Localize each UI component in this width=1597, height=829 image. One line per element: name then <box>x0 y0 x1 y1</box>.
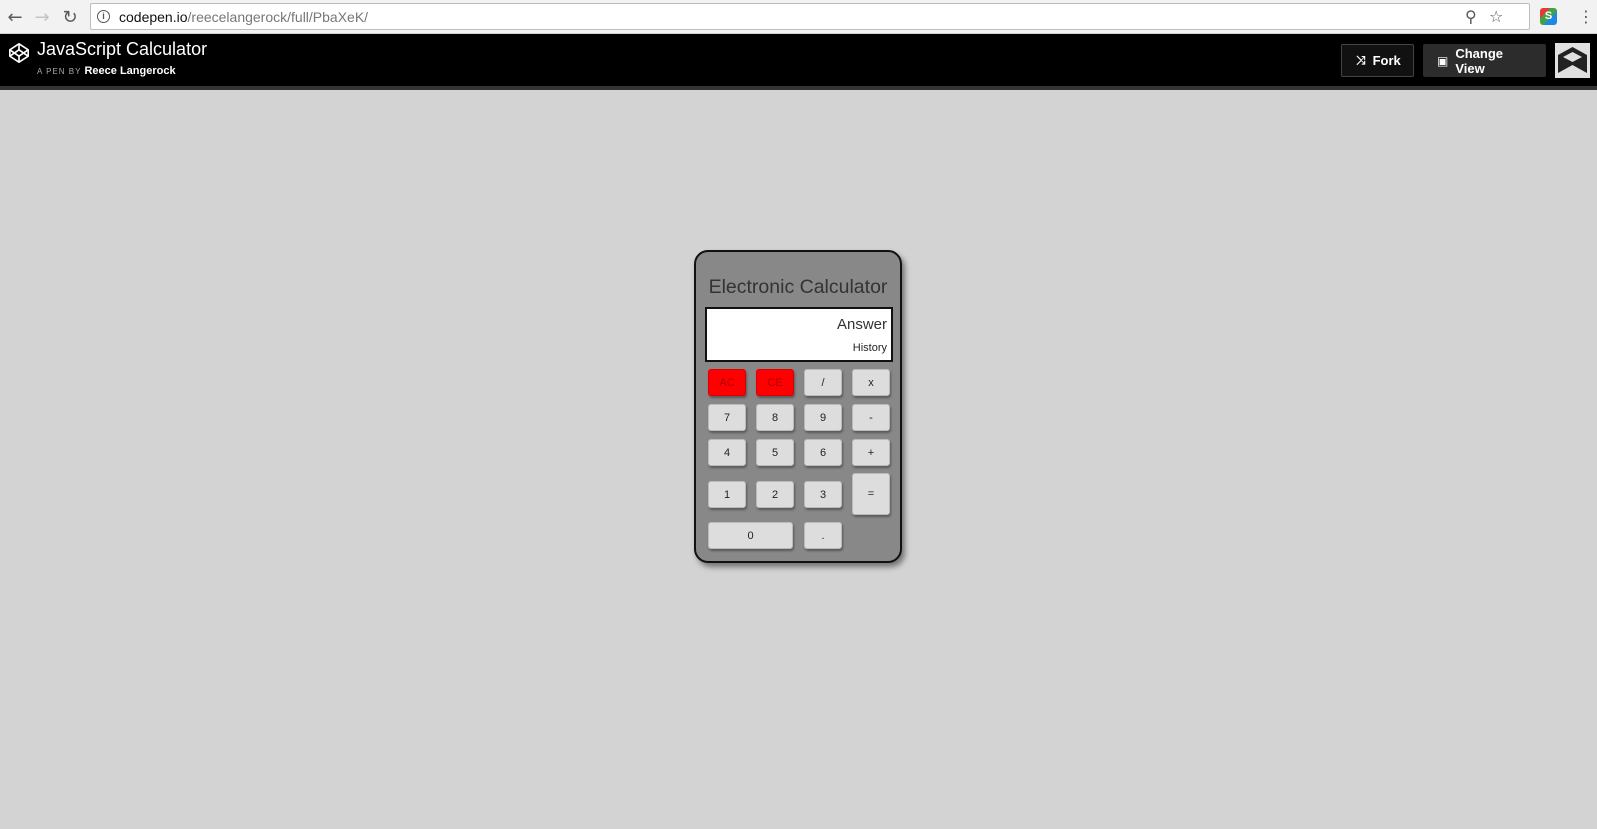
extension-icon[interactable]: S <box>1540 8 1557 25</box>
change-view-label: Change View <box>1455 45 1504 76</box>
multiply-button[interactable]: x <box>852 369 890 396</box>
plus-button[interactable]: + <box>852 439 890 466</box>
codepen-header: JavaScript Calculator A PEN BY Reece Lang… <box>0 34 1597 86</box>
nine-button[interactable]: 9 <box>804 404 842 431</box>
change-view-button[interactable]: ▣ Change View <box>1423 44 1546 77</box>
address-bar[interactable]: i codepen.io/reecelangerock/full/PbaXeK/… <box>90 3 1530 30</box>
header-divider <box>0 86 1597 90</box>
five-button[interactable]: 5 <box>756 439 794 466</box>
zero-button[interactable]: 0 <box>708 522 793 549</box>
four-button[interactable]: 4 <box>708 439 746 466</box>
calculator: Electronic Calculator Answer History AC … <box>694 250 902 563</box>
equals-button[interactable]: = <box>852 473 890 515</box>
pen-title[interactable]: JavaScript Calculator <box>37 39 207 60</box>
avatar-image <box>1555 43 1590 78</box>
seven-button[interactable]: 7 <box>708 404 746 431</box>
history-display: History <box>852 342 887 354</box>
avatar[interactable] <box>1555 43 1590 78</box>
menu-icon[interactable]: ⋮ <box>1578 6 1594 28</box>
one-button[interactable]: 1 <box>708 481 746 508</box>
star-icon[interactable]: ☆ <box>1489 7 1503 26</box>
url-host: codepen.io <box>119 9 188 25</box>
forward-arrow-icon[interactable]: → <box>31 6 53 28</box>
back-arrow-icon[interactable]: ← <box>4 6 26 28</box>
calculator-title: Electronic Calculator <box>708 276 888 298</box>
divide-button[interactable]: / <box>804 369 842 396</box>
answer-display: Answer <box>836 316 887 333</box>
decimal-button[interactable]: . <box>804 522 842 549</box>
byline-prefix: A PEN BY <box>37 67 82 76</box>
three-button[interactable]: 3 <box>804 481 842 508</box>
six-button[interactable]: 6 <box>804 439 842 466</box>
url-path: /reecelangerock/full/PbaXeK/ <box>187 9 369 25</box>
fork-label: Fork <box>1372 53 1401 68</box>
calculator-display: Answer History <box>705 307 893 362</box>
two-button[interactable]: 2 <box>756 481 794 508</box>
fork-button[interactable]: ⤨ Fork <box>1341 44 1414 77</box>
fork-icon: ⤨ <box>1356 53 1366 67</box>
codepen-logo-icon[interactable] <box>8 42 30 64</box>
author-link[interactable]: Reece Langerock <box>84 65 175 77</box>
url-text[interactable]: codepen.io/reecelangerock/full/PbaXeK/ <box>119 9 368 25</box>
change-view-icon: ▣ <box>1437 53 1449 68</box>
pen-byline: A PEN BY Reece Langerock <box>37 65 176 77</box>
ac-button[interactable]: AC <box>708 369 746 396</box>
minus-button[interactable]: - <box>852 404 890 431</box>
zoom-icon[interactable]: ⚲ <box>1465 7 1477 26</box>
ce-button[interactable]: CE <box>756 369 794 396</box>
browser-toolbar: ← → ↻ i codepen.io/reecelangerock/full/P… <box>0 0 1597 34</box>
eight-button[interactable]: 8 <box>756 404 794 431</box>
reload-icon[interactable]: ↻ <box>59 6 81 28</box>
info-icon[interactable]: i <box>97 10 110 23</box>
